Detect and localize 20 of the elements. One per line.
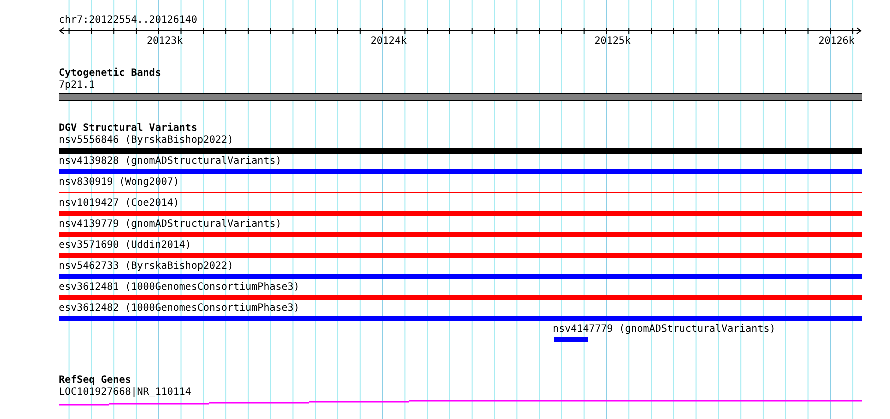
feature-label: esv3612481 (1000GenomesConsortiumPhase3) <box>59 282 301 294</box>
feature-label: nsv4147779 (gnomADStructuralVariants) <box>553 324 777 336</box>
feature-label: esv3571690 (Uddin2014) <box>59 240 192 252</box>
feature-label: LOC101927668|NR_110114 <box>59 387 192 399</box>
tick-label: 20126k <box>818 36 855 48</box>
track-title: DGV Structural Variants <box>59 123 198 135</box>
feature-label: esv3612482 (1000GenomesConsortiumPhase3) <box>59 303 301 315</box>
location-label: chr7:20122554..20126140 <box>59 15 198 27</box>
feature-label: nsv830919 (Wong2007) <box>59 177 180 189</box>
tick-label: 20125k <box>594 36 631 48</box>
track-title: RefSeq Genes <box>59 375 132 387</box>
feature-label: nsv4139828 (gnomADStructuralVariants) <box>59 156 283 168</box>
feature-label: nsv5462733 (ByrskaBishop2022) <box>59 261 235 273</box>
tick-label: 20123k <box>146 36 184 48</box>
feature-label: 7p21.1 <box>59 80 96 92</box>
track-title: Cytogenetic Bands <box>59 68 162 80</box>
tick-label: 20124k <box>370 36 407 48</box>
feature-label: nsv4139779 (gnomADStructuralVariants) <box>59 219 283 231</box>
feature-label: nsv5556846 (ByrskaBishop2022) <box>59 135 235 147</box>
feature-label: nsv1019427 (Coe2014) <box>59 198 180 210</box>
